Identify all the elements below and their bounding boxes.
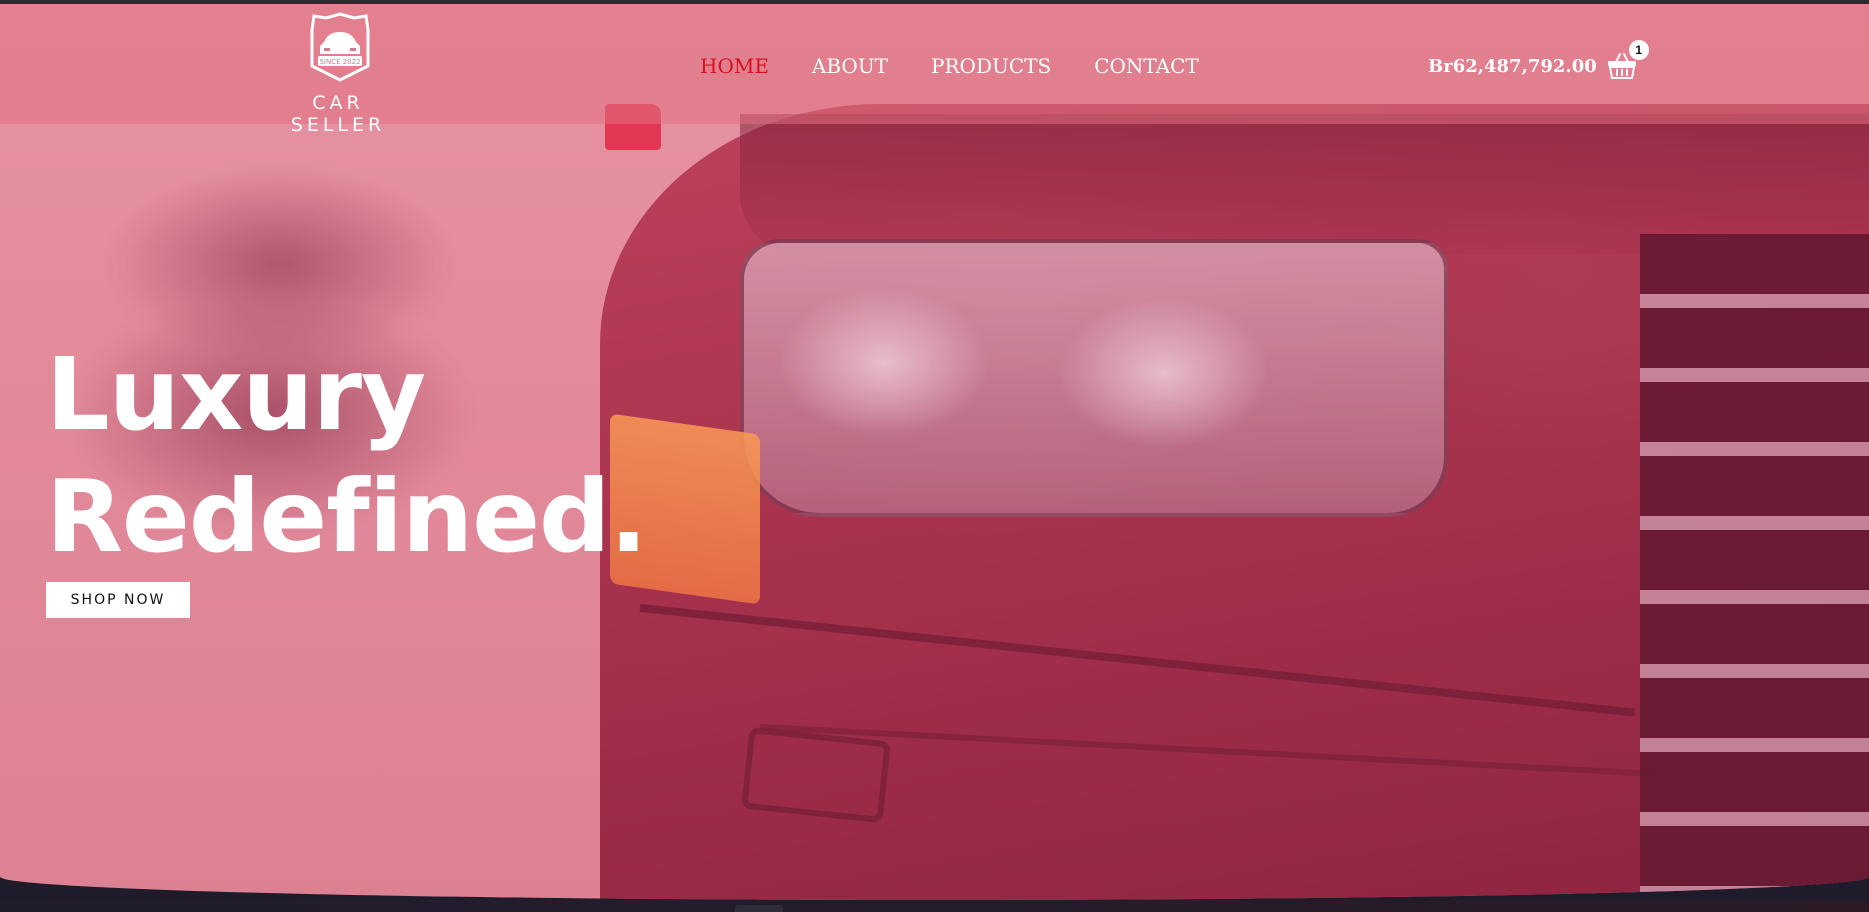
car-emblem-icon: SINCE 2022 [310, 12, 370, 82]
basket-icon[interactable]: 1 [1607, 40, 1649, 80]
cart-count-badge: 1 [1628, 40, 1649, 60]
logo-text: CAR SELLER [290, 92, 386, 136]
nav-about[interactable]: ABOUT [812, 54, 888, 78]
nav-products[interactable]: PRODUCTS [931, 54, 1051, 78]
hero-section: Luxury Redefined. SHOP NOW [0, 4, 1869, 900]
bottom-tab [735, 905, 783, 912]
nav-contact[interactable]: CONTACT [1094, 54, 1199, 78]
page: Luxury Redefined. SHOP NOW SINCE 2022 CA… [0, 0, 1869, 912]
nav-home[interactable]: HOME [700, 54, 769, 78]
svg-text:SINCE 2022: SINCE 2022 [319, 58, 360, 66]
hero-title-line2: Redefined. [46, 458, 648, 575]
site-header: SINCE 2022 CAR SELLER HOME ABOUT PRODUCT… [0, 4, 1869, 136]
cart[interactable]: Br62,487,792.00 1 [1428, 40, 1649, 80]
hero-title-line1: Luxury [46, 336, 426, 453]
main-nav: HOME ABOUT PRODUCTS CONTACT [700, 54, 1199, 78]
logo[interactable]: SINCE 2022 CAR SELLER [268, 12, 408, 136]
page-bottom-strip [0, 900, 1869, 912]
shop-now-button[interactable]: SHOP NOW [46, 582, 190, 618]
hero-title: Luxury Redefined. [46, 334, 648, 578]
cart-total[interactable]: Br62,487,792.00 [1428, 56, 1597, 77]
